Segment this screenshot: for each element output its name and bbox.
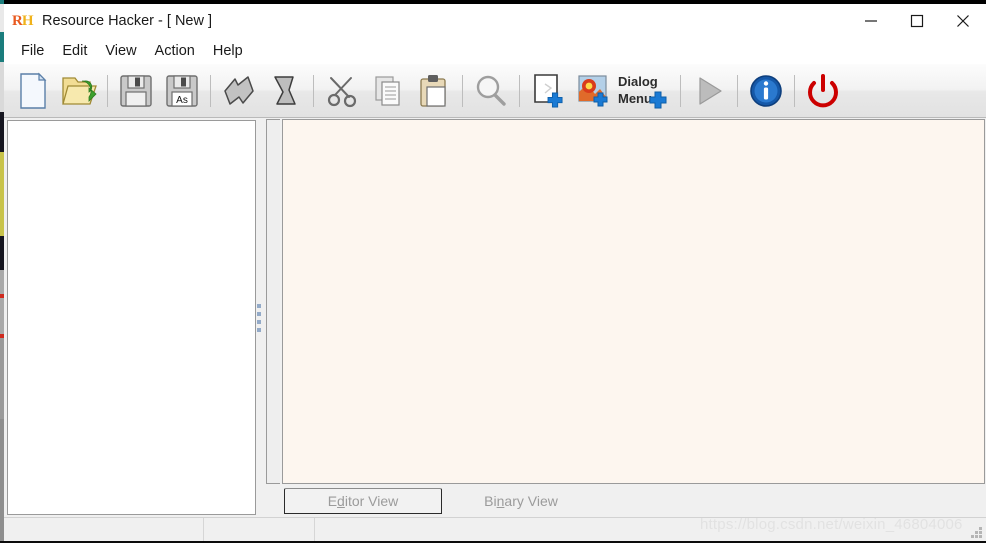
info-icon <box>750 74 782 107</box>
maximize-button[interactable] <box>894 4 940 38</box>
panel-splitter[interactable] <box>256 120 262 515</box>
copy-button[interactable] <box>365 68 411 114</box>
toolbar-separator-7 <box>737 74 738 107</box>
view-tab-strip: Ed itor View Bi n ary View <box>266 486 986 516</box>
status-bar <box>4 517 986 543</box>
menu-item-view[interactable]: View <box>96 41 145 61</box>
resource-tree-panel[interactable] <box>7 120 256 515</box>
save-as-button[interactable]: As <box>159 68 205 114</box>
main-area: Ed itor View Bi n ary View <box>4 118 986 517</box>
redo-arrow-icon <box>274 75 296 105</box>
dialog-label: Dialog <box>618 73 658 89</box>
tab-editor-view-accel: d <box>337 493 345 509</box>
menu-bar: File Edit View Action Help <box>4 38 986 64</box>
status-cell-3 <box>315 518 986 543</box>
splitter-dot <box>257 311 261 316</box>
tab-binary-view-label-a: Bi <box>484 493 497 509</box>
undo-button[interactable] <box>216 68 262 114</box>
run-play-icon <box>699 76 722 105</box>
editor-gutter <box>266 119 280 484</box>
status-cell-1 <box>4 518 204 543</box>
add-image-button[interactable] <box>571 68 617 114</box>
toolbar-separator-1 <box>107 74 108 107</box>
new-file-button[interactable] <box>10 68 56 114</box>
toolbar-separator-3 <box>313 74 314 107</box>
tab-editor-view-label-b: itor View <box>344 493 399 509</box>
toolbar-separator-4 <box>462 74 463 107</box>
cut-button[interactable] <box>319 68 365 114</box>
save-as-icon: As <box>166 74 198 107</box>
toolbar-separator-8 <box>794 74 795 107</box>
tab-editor-view[interactable]: Ed itor View <box>284 488 442 514</box>
splitter-dot <box>257 303 261 308</box>
minimize-button[interactable] <box>848 4 894 38</box>
tab-binary-view-label-b: ary View <box>504 493 558 509</box>
application-window: RH Resource Hacker - [ New ] File Edit V… <box>0 0 986 543</box>
add-resource-icon <box>534 73 563 108</box>
maximize-icon <box>910 14 924 28</box>
tab-binary-view-accel: n <box>496 493 505 509</box>
toolbar: As Dialog Menu <box>4 64 986 118</box>
status-cell-2 <box>204 518 315 543</box>
window-title: Resource Hacker - [ New ] <box>42 13 213 29</box>
copy-icon <box>375 75 400 106</box>
plus-badge-icon <box>649 91 667 108</box>
open-folder-button[interactable] <box>56 68 102 114</box>
add-dialog-menu-button[interactable]: Dialog Menu <box>617 68 675 114</box>
menu-item-help[interactable]: Help <box>204 41 252 61</box>
cut-scissors-icon <box>327 76 357 107</box>
save-icon <box>120 74 152 107</box>
new-file-icon <box>20 72 47 109</box>
tab-editor-view-label-a: E <box>327 493 338 509</box>
undo-arrow-icon <box>224 75 254 105</box>
minimize-icon <box>865 20 877 22</box>
toolbar-separator-6 <box>680 74 681 107</box>
editor-panel: Ed itor View Bi n ary View <box>266 118 986 517</box>
exit-power-icon <box>808 73 838 107</box>
menu-label: Menu <box>618 90 652 106</box>
open-folder-icon <box>62 76 97 105</box>
find-magnifier-icon <box>476 75 506 106</box>
splitter-dot <box>257 327 261 332</box>
rh-logo-r: R <box>12 13 23 29</box>
close-button[interactable] <box>940 4 986 38</box>
paste-clipboard-icon <box>420 74 446 107</box>
toolbar-separator-2 <box>210 74 211 107</box>
svg-text:As: As <box>176 95 188 106</box>
save-button[interactable] <box>113 68 159 114</box>
window-controls <box>848 4 986 38</box>
title-bar: RH Resource Hacker - [ New ] <box>4 4 986 38</box>
rh-logo-icon: RH <box>12 11 34 31</box>
exit-button[interactable] <box>800 68 846 114</box>
info-button[interactable] <box>743 68 789 114</box>
resize-grip[interactable] <box>970 527 983 540</box>
paste-button[interactable] <box>411 68 457 114</box>
rh-logo-h: H <box>21 13 34 29</box>
tab-binary-view[interactable]: Bi n ary View <box>446 488 596 514</box>
close-icon <box>957 15 969 27</box>
splitter-dot <box>257 319 261 324</box>
menu-item-edit[interactable]: Edit <box>53 41 96 61</box>
run-button[interactable] <box>686 68 732 114</box>
find-button[interactable] <box>468 68 514 114</box>
add-image-icon <box>578 74 608 106</box>
add-resource-button[interactable] <box>525 68 571 114</box>
redo-button[interactable] <box>262 68 308 114</box>
menu-item-file[interactable]: File <box>12 41 53 61</box>
menu-item-action[interactable]: Action <box>146 41 204 61</box>
toolbar-separator-5 <box>519 74 520 107</box>
editor-surface[interactable] <box>282 119 985 484</box>
